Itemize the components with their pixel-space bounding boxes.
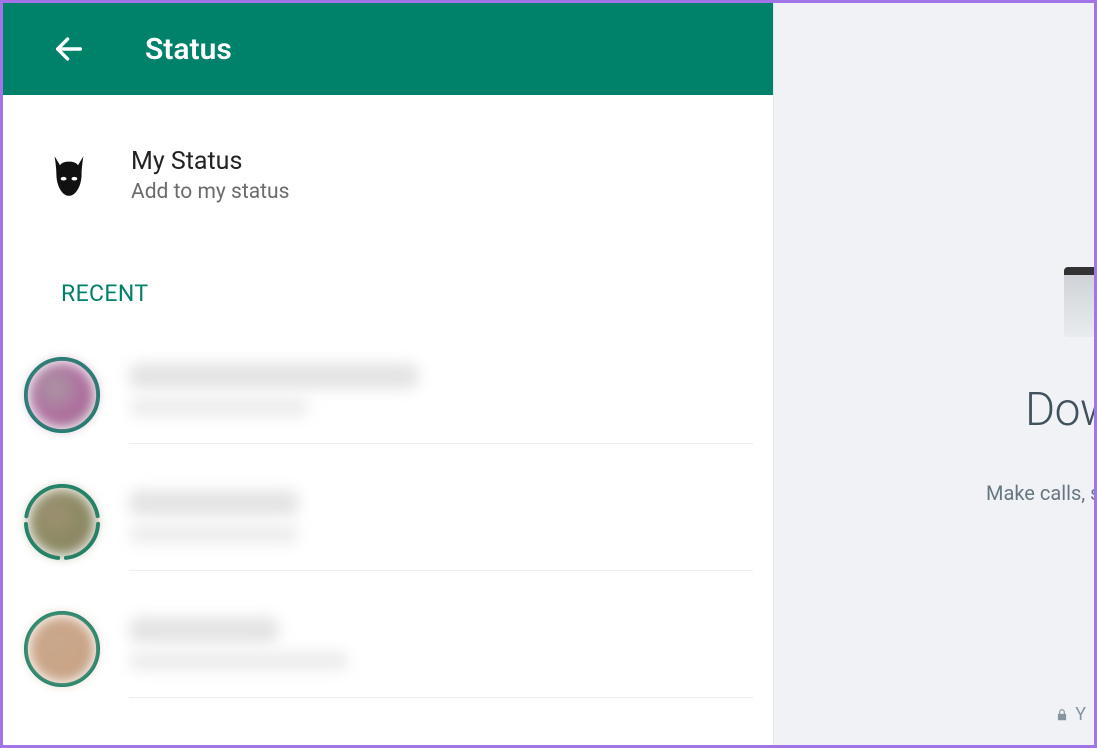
recent-section-label: RECENT xyxy=(3,224,773,331)
status-contact-name xyxy=(129,617,279,643)
lock-icon xyxy=(1055,708,1069,722)
encryption-text: Y xyxy=(1075,704,1086,725)
intro-pane: Downlo Make calls, share y Y xyxy=(773,3,1094,745)
batman-icon xyxy=(51,154,87,198)
laptop-graphic xyxy=(1064,267,1094,337)
status-list xyxy=(3,331,773,712)
status-avatar xyxy=(23,356,101,434)
promo-title: Downlo xyxy=(1025,383,1094,437)
status-text xyxy=(129,472,753,571)
status-item[interactable] xyxy=(3,585,773,712)
arrow-left-icon xyxy=(52,32,86,66)
status-header: Status xyxy=(3,3,773,95)
status-text xyxy=(129,345,753,444)
promo-subtitle: Make calls, share y xyxy=(986,481,1094,505)
status-avatar xyxy=(23,610,101,688)
status-contact-name xyxy=(129,363,419,389)
status-contact-name xyxy=(129,490,299,516)
status-item[interactable] xyxy=(3,458,773,585)
status-avatar xyxy=(23,483,101,561)
status-text xyxy=(129,599,753,698)
my-status-title: My Status xyxy=(131,147,289,176)
back-button[interactable] xyxy=(51,31,87,67)
my-status-avatar xyxy=(51,154,87,198)
app-frame: Status My Status Add to my status RECENT xyxy=(0,0,1097,748)
my-status-row[interactable]: My Status Add to my status xyxy=(3,95,773,224)
status-timestamp xyxy=(129,651,349,671)
encryption-note: Y xyxy=(1055,704,1086,725)
my-status-subtitle: Add to my status xyxy=(131,180,289,204)
header-title: Status xyxy=(145,32,232,67)
status-pane: Status My Status Add to my status RECENT xyxy=(3,3,773,745)
status-timestamp xyxy=(129,397,309,417)
my-status-text: My Status Add to my status xyxy=(131,147,289,204)
status-timestamp xyxy=(129,524,299,544)
status-item[interactable] xyxy=(3,331,773,458)
